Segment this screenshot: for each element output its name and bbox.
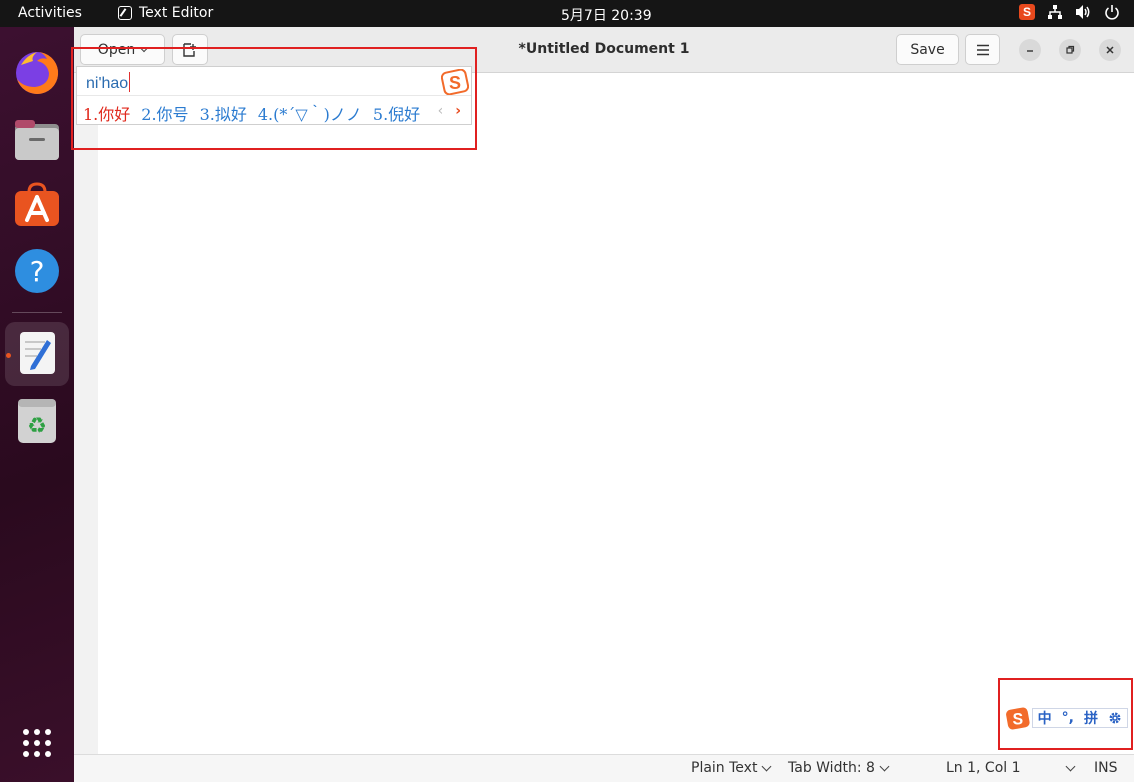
dock-separator <box>12 312 62 313</box>
highlight-box-candidates <box>71 47 477 150</box>
power-icon[interactable] <box>1104 4 1120 20</box>
chevron-down-icon <box>762 761 772 771</box>
system-tray[interactable]: S <box>1019 4 1120 20</box>
insert-mode-label: INS <box>1094 760 1118 776</box>
show-apps-icon[interactable] <box>11 717 63 769</box>
cursor-position-label: Ln 1, Col 1 <box>946 760 1021 776</box>
status-bar: Plain Text Tab Width: 8 Ln 1, Col 1 INS <box>74 754 1134 782</box>
hamburger-icon <box>976 44 989 55</box>
line-gutter <box>74 73 98 754</box>
tab-width-label: Tab Width: 8 <box>788 760 875 776</box>
app-menu-label: Text Editor <box>139 5 214 21</box>
clock[interactable]: 5月7日 20:39 <box>561 5 652 25</box>
text-editor-icon <box>118 6 132 20</box>
dock: ? ♻ <box>0 27 74 782</box>
top-bar: Activities Text Editor 5月7日 20:39 S <box>0 0 1134 27</box>
chevron-down-icon <box>879 761 890 771</box>
firefox-icon[interactable] <box>11 47 63 99</box>
language-selector[interactable]: Plain Text <box>691 760 772 776</box>
app-center-icon[interactable] <box>11 180 63 232</box>
main-menu-button[interactable] <box>965 34 1000 65</box>
minimize-button[interactable] <box>1019 39 1041 61</box>
trash-icon[interactable]: ♻ <box>11 395 63 447</box>
files-icon[interactable] <box>11 114 63 166</box>
maximize-button[interactable] <box>1059 39 1081 61</box>
svg-text:?: ? <box>30 255 45 288</box>
insert-mode-indicator[interactable]: INS <box>1094 760 1118 776</box>
app-menu[interactable]: Text Editor <box>118 5 213 21</box>
sogou-icon[interactable]: S <box>1019 4 1035 20</box>
close-icon <box>1106 46 1114 54</box>
language-label: Plain Text <box>691 760 758 776</box>
close-button[interactable] <box>1099 39 1121 61</box>
cursor-position-selector[interactable]: Ln 1, Col 1 <box>946 760 1075 776</box>
restore-icon <box>1066 45 1075 54</box>
save-button[interactable]: Save <box>896 34 959 65</box>
minimize-icon <box>1027 50 1033 52</box>
help-icon[interactable]: ? <box>11 245 63 297</box>
running-indicator <box>6 353 11 358</box>
network-icon[interactable] <box>1047 4 1063 20</box>
chevron-down-icon <box>1065 761 1075 771</box>
volume-icon[interactable] <box>1075 4 1092 20</box>
svg-text:♻: ♻ <box>27 414 47 439</box>
text-editor-dock-icon[interactable] <box>5 322 69 386</box>
highlight-box-status <box>998 678 1133 750</box>
text-area[interactable] <box>74 73 1134 754</box>
tab-width-selector[interactable]: Tab Width: 8 <box>788 760 890 776</box>
activities-button[interactable]: Activities <box>18 5 82 21</box>
